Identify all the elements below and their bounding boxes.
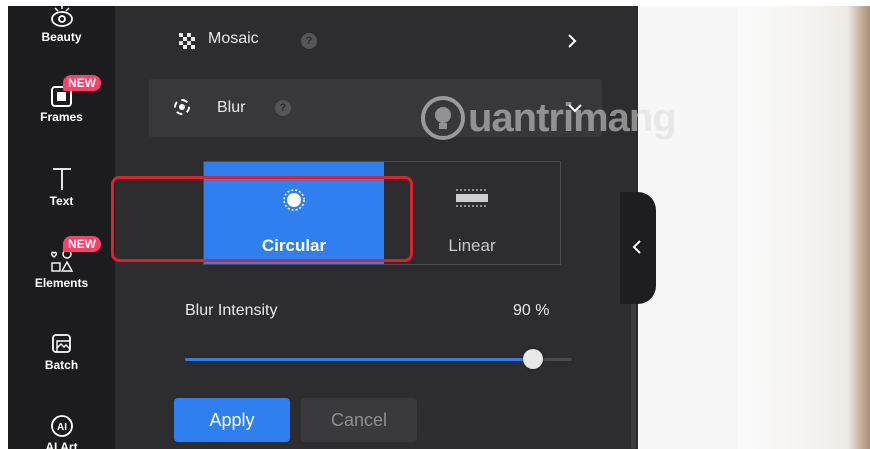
blur-intensity-label: Blur Intensity <box>185 302 278 319</box>
help-icon[interactable]: ? <box>275 100 291 116</box>
tool-ai-art[interactable]: AI AI Art <box>8 414 115 449</box>
chevron-right-icon <box>568 34 577 48</box>
new-badge: NEW <box>63 236 101 252</box>
mosaic-icon <box>179 33 195 49</box>
editor-window: Beauty Frames NEW Text Elements NEW Batc… <box>8 6 870 449</box>
watermark: uantrimang <box>420 94 677 144</box>
text-icon <box>52 168 71 190</box>
tool-frames-label: Frames <box>40 110 83 124</box>
linear-label: Linear <box>448 236 496 255</box>
chevron-left-icon <box>632 240 641 254</box>
canvas-preview <box>638 6 870 449</box>
adjust-panel: Mosaic ? Blur ? Circular Linear Blur Int… <box>115 6 636 449</box>
tool-batch[interactable]: Batch <box>8 332 115 372</box>
mosaic-row[interactable]: Mosaic ? <box>115 16 595 66</box>
circular-blur-icon <box>283 189 305 211</box>
tool-ai-art-label: AI Art <box>45 440 78 449</box>
new-badge: NEW <box>63 75 101 91</box>
cancel-button[interactable]: Cancel <box>301 398 417 442</box>
blur-intensity-slider[interactable] <box>185 348 572 372</box>
tool-batch-label: Batch <box>44 358 79 372</box>
circular-label: Circular <box>261 236 327 255</box>
tool-beauty[interactable]: Beauty <box>8 6 115 44</box>
slider-thumb[interactable] <box>523 349 543 369</box>
circular-option[interactable]: Circular <box>204 162 384 264</box>
tool-elements[interactable]: Elements <box>8 248 115 290</box>
blur-intensity-value: 90 % <box>513 302 550 319</box>
blur-radio-icon <box>174 99 190 115</box>
tool-frames[interactable]: Frames <box>8 84 115 124</box>
tool-text-label: Text <box>49 194 74 208</box>
batch-icon <box>51 334 71 353</box>
linear-blur-icon <box>456 189 488 207</box>
watermark-logo-icon <box>421 96 465 141</box>
left-toolbar: Beauty Frames NEW Text Elements NEW Batc… <box>8 6 115 449</box>
collapse-panel-tab[interactable] <box>620 192 656 304</box>
linear-option[interactable]: Linear <box>384 162 560 264</box>
watermark-text: uantrimang <box>468 95 677 140</box>
blur-label: Blur <box>217 99 246 116</box>
eye-icon <box>50 6 73 27</box>
tool-elements-label: Elements <box>34 276 89 290</box>
blur-type-selector: Circular Linear <box>203 161 561 265</box>
tool-text[interactable]: Text <box>8 166 115 208</box>
ai-icon: AI <box>50 415 73 437</box>
help-icon[interactable]: ? <box>301 33 317 49</box>
mosaic-label: Mosaic <box>208 30 259 47</box>
apply-button[interactable]: Apply <box>174 398 290 442</box>
slider-fill <box>185 358 533 361</box>
preview-image-edge <box>848 6 870 449</box>
svg-text:AI: AI <box>57 422 67 433</box>
tool-beauty-label: Beauty <box>41 30 82 44</box>
